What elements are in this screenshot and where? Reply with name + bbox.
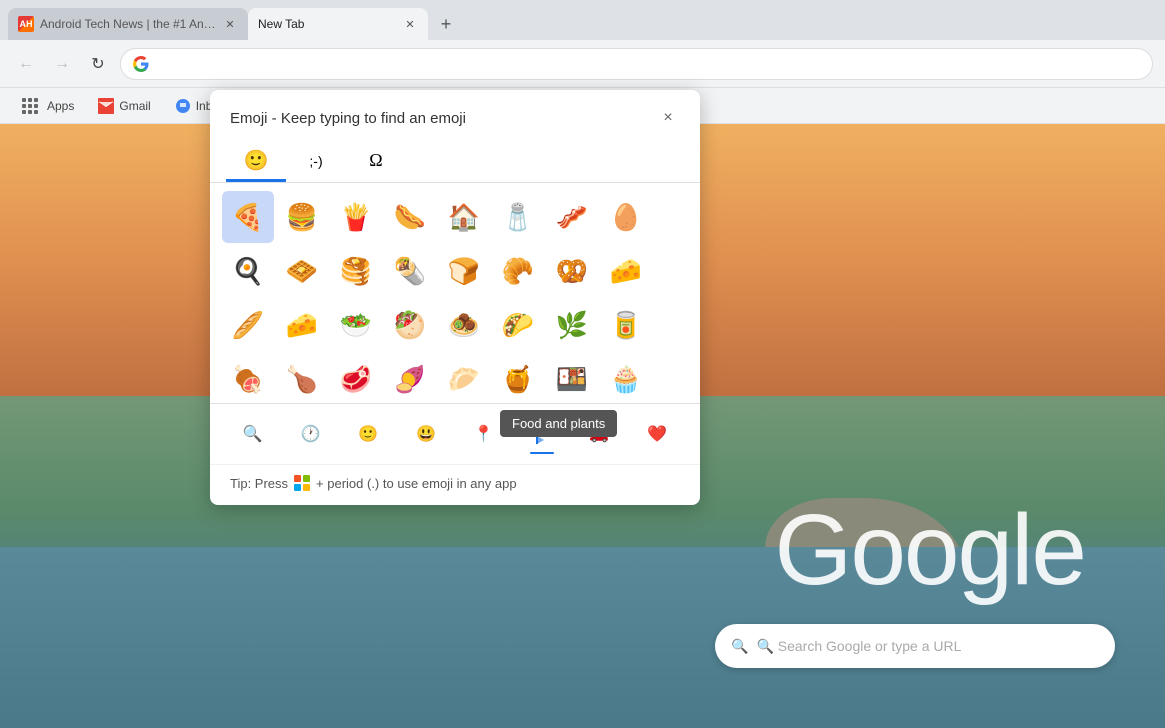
emoji-wrap[interactable]: 🥙 <box>384 299 436 351</box>
emoji-salt[interactable]: 🧂 <box>492 191 544 243</box>
emoji-honey[interactable]: 🍯 <box>492 353 544 403</box>
emoji-bread[interactable]: 🍞 <box>438 245 490 297</box>
cat-tab-symbols[interactable]: Ω <box>346 142 406 182</box>
tip-prefix: Tip: Press <box>230 476 288 491</box>
emoji-meat-bone[interactable]: 🍖 <box>222 353 274 403</box>
emoji-egg[interactable]: 🥚 <box>600 191 652 243</box>
bookmark-apps-label: Apps <box>47 99 74 113</box>
emoji-taco[interactable]: 🌮 <box>492 299 544 351</box>
forward-button[interactable]: → <box>48 50 76 78</box>
address-bar[interactable] <box>120 48 1153 80</box>
emoji-row-2: 🍳 🧇 🥞 🌯 🍞 🥐 🥨 🧀 <box>222 245 688 297</box>
emoji-fries[interactable]: 🍟 <box>330 191 382 243</box>
emoji-steak[interactable]: 🥩 <box>330 353 382 403</box>
bottom-nav-people[interactable]: 😃 <box>401 412 451 456</box>
bookmark-apps[interactable]: Apps <box>12 93 84 119</box>
emoji-bottom-nav: 🔍 🕐 🙂 😃 📍 <box>210 403 700 464</box>
tip-area: Tip: Press + period (.) to use emoji in … <box>210 464 700 505</box>
emoji-grid: 🍕 🍔 🍟 🌭 🏠 🧂 🥓 🥚 🍳 🧇 🥞 🌯 🍞 🥐 <box>210 183 700 403</box>
tab-title-android: Android Tech News | the #1 Andr... <box>40 17 216 31</box>
bookmark-gmail[interactable]: Gmail <box>88 93 160 119</box>
emoji-sweet-potato[interactable]: 🍠 <box>384 353 436 403</box>
inbox-icon <box>175 98 191 114</box>
tab-android-tech[interactable]: AH Android Tech News | the #1 Andr... ✕ <box>8 8 248 40</box>
picker-close-button[interactable]: × <box>656 106 680 130</box>
emoji-row-1: 🍕 🍔 🍟 🌭 🏠 🧂 🥓 🥚 <box>222 191 688 243</box>
address-bar-row: ← → ↻ <box>0 40 1165 88</box>
picker-header: Emoji - Keep typing to find an emoji × <box>210 90 700 142</box>
emoji-waffle[interactable]: 🧇 <box>276 245 328 297</box>
windows-key-icon <box>294 475 310 491</box>
emoji-row-4: 🍖 🍗 🥩 🍠 🥟 🍯 🍱 🧁 <box>222 353 688 403</box>
tab-close-android[interactable]: ✕ <box>222 16 238 32</box>
food-plants-icon <box>532 423 552 445</box>
tab-bar: AH Android Tech News | the #1 Andr... ✕ … <box>0 0 1165 40</box>
page-search-bar[interactable]: 🔍 🔍 Search Google or type a URL <box>715 624 1115 668</box>
emoji-hotdog[interactable]: 🌭 <box>384 191 436 243</box>
emoji-cheese[interactable]: 🧀 <box>276 299 328 351</box>
bottom-nav-places[interactable]: 📍 <box>459 412 509 456</box>
emoji-row-3: 🥖 🧀 🥗 🥙 🧆 🌮 🌿 🥫 <box>222 299 688 351</box>
emoji-herb[interactable]: 🌿 <box>546 299 598 351</box>
emoji-dumpling[interactable]: 🥟 <box>438 353 490 403</box>
emoji-frying-pan[interactable]: 🍳 <box>222 245 274 297</box>
emoji-house[interactable]: 🏠 <box>438 191 490 243</box>
bookmark-gmail-label: Gmail <box>119 99 150 113</box>
google-logo-text: Google <box>775 493 1085 608</box>
cat-tab-kaomoji[interactable]: ;-) <box>286 142 346 182</box>
emoji-bento[interactable]: 🍱 <box>546 353 598 403</box>
bottom-nav-recent[interactable]: 🕐 <box>286 412 336 456</box>
bottom-nav-activities[interactable]: 🚗 <box>574 412 624 456</box>
apps-grid-icon <box>22 98 38 114</box>
category-tabs: 🙂 ;-) Ω <box>210 142 700 183</box>
emoji-poultry[interactable]: 🍗 <box>276 353 328 403</box>
emoji-falafel[interactable]: 🧆 <box>438 299 490 351</box>
emoji-bacon[interactable]: 🥓 <box>546 191 598 243</box>
emoji-cheese-wedge[interactable]: 🧀 <box>600 245 652 297</box>
emoji-picker: Emoji - Keep typing to find an emoji × 🙂… <box>210 90 700 505</box>
tab-favicon-ah: AH <box>18 16 34 32</box>
emoji-can[interactable]: 🥫 <box>600 299 652 351</box>
bottom-nav-food[interactable] <box>517 412 567 456</box>
cat-tab-smiley[interactable]: 🙂 <box>226 142 286 182</box>
tab-title-new: New Tab <box>258 17 396 31</box>
bottom-nav-objects[interactable]: ❤️ <box>632 412 682 456</box>
emoji-pancakes[interactable]: 🥞 <box>330 245 382 297</box>
bottom-nav-smiley[interactable]: 🙂 <box>343 412 393 456</box>
emoji-cupcake[interactable]: 🧁 <box>600 353 652 403</box>
bottom-nav-search[interactable]: 🔍 <box>228 412 278 456</box>
emoji-burger[interactable]: 🍔 <box>276 191 328 243</box>
reload-button[interactable]: ↻ <box>84 50 112 78</box>
google-g-icon <box>133 56 149 72</box>
emoji-pizza[interactable]: 🍕 <box>222 191 274 243</box>
gmail-icon <box>98 98 114 114</box>
emoji-salad[interactable]: 🥗 <box>330 299 382 351</box>
tab-new-tab[interactable]: New Tab ✕ <box>248 8 428 40</box>
emoji-burrito[interactable]: 🌯 <box>384 245 436 297</box>
emoji-pretzel[interactable]: 🥨 <box>546 245 598 297</box>
emoji-scroll-area[interactable]: 🍕 🍔 🍟 🌭 🏠 🧂 🥓 🥚 🍳 🧇 🥞 🌯 🍞 🥐 <box>210 183 700 403</box>
back-button[interactable]: ← <box>12 50 40 78</box>
tab-close-new[interactable]: ✕ <box>402 16 418 32</box>
emoji-baguette[interactable]: 🥖 <box>222 299 274 351</box>
url-input[interactable] <box>157 56 1140 72</box>
picker-title: Emoji - Keep typing to find an emoji <box>230 110 466 127</box>
tip-suffix: + period (.) to use emoji in any app <box>316 476 517 491</box>
new-tab-button[interactable]: + <box>432 10 460 38</box>
emoji-croissant[interactable]: 🥐 <box>492 245 544 297</box>
page-search-placeholder: 🔍 Search Google or type a URL <box>756 638 961 655</box>
